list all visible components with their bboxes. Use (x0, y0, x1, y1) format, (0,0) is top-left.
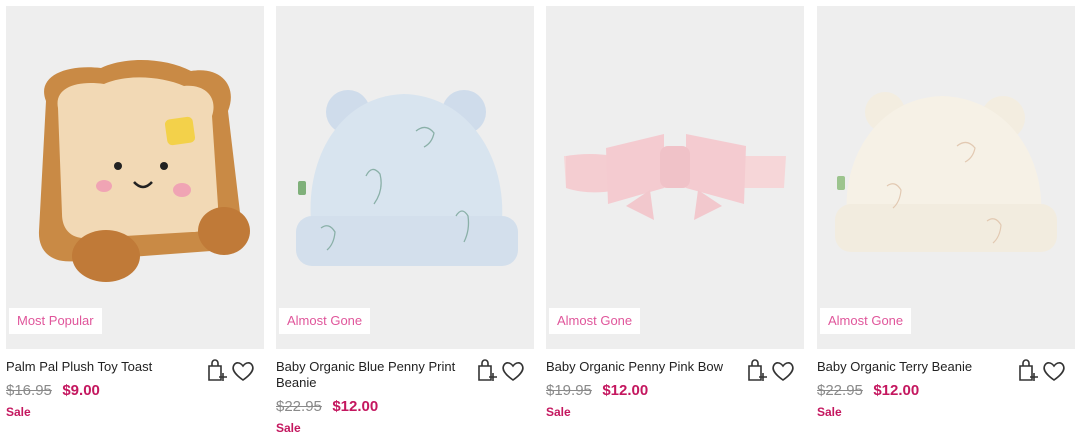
product-info: Palm Pal Plush Toy Toast $16.95 $9.00 Sa… (6, 349, 264, 435)
product-image[interactable]: Almost Gone (276, 6, 534, 349)
sale-label: Sale (6, 405, 31, 419)
product-info: Baby Organic Penny Pink Bow $19.95 $12.0… (546, 349, 804, 435)
original-price: $22.95 (817, 382, 863, 399)
add-to-bag-icon[interactable] (1015, 358, 1041, 384)
product-grid: Most Popular Palm Pal Plush Toy Toast $1… (0, 0, 1080, 436)
product-title[interactable]: Baby Organic Penny Pink Bow (546, 359, 742, 375)
original-price: $19.95 (546, 382, 592, 399)
product-actions (202, 358, 262, 382)
product-image[interactable]: Most Popular (6, 6, 264, 349)
product-info: Baby Organic Terry Beanie $22.95 $12.00 … (817, 349, 1075, 435)
wishlist-heart-icon[interactable] (1041, 358, 1067, 384)
product-prices: $22.95 $12.00 (276, 398, 378, 416)
product-card[interactable]: Almost Gone Baby Organic Blue Penny Prin… (276, 6, 534, 435)
product-image[interactable]: Almost Gone (817, 6, 1075, 349)
sale-price: $9.00 (62, 382, 100, 399)
product-info: Baby Organic Blue Penny Print Beanie $22… (276, 349, 534, 435)
product-actions (1013, 358, 1073, 382)
product-badge: Almost Gone (549, 308, 641, 334)
original-price: $16.95 (6, 382, 52, 399)
sale-label: Sale (817, 405, 842, 419)
sale-price: $12.00 (873, 382, 920, 399)
blue-beanie-image (296, 90, 518, 266)
product-card[interactable]: Most Popular Palm Pal Plush Toy Toast $1… (6, 6, 264, 435)
product-actions (742, 358, 802, 382)
add-to-bag-icon[interactable] (204, 358, 230, 384)
pink-bow-headband-image (564, 134, 786, 220)
cream-beanie-image (835, 92, 1057, 252)
product-card[interactable]: Almost Gone Baby Organic Terry Beanie $2… (817, 6, 1075, 435)
sale-label: Sale (546, 405, 571, 419)
product-prices: $22.95 $12.00 (817, 382, 919, 400)
product-title[interactable]: Baby Organic Terry Beanie (817, 359, 1013, 375)
product-card[interactable]: Almost Gone Baby Organic Penny Pink Bow … (546, 6, 804, 435)
sale-label: Sale (276, 421, 301, 435)
add-to-bag-icon[interactable] (474, 358, 500, 384)
product-title[interactable]: Palm Pal Plush Toy Toast (6, 359, 202, 375)
add-to-bag-icon[interactable] (744, 358, 770, 384)
toast-plush-image (38, 60, 250, 282)
sale-price: $12.00 (332, 398, 379, 415)
product-image[interactable]: Almost Gone (546, 6, 804, 349)
product-badge: Most Popular (9, 308, 102, 334)
wishlist-heart-icon[interactable] (230, 358, 256, 384)
product-actions (472, 358, 532, 382)
original-price: $22.95 (276, 398, 322, 415)
product-badge: Almost Gone (820, 308, 912, 334)
sale-price: $12.00 (602, 382, 649, 399)
product-prices: $16.95 $9.00 (6, 382, 100, 400)
product-prices: $19.95 $12.00 (546, 382, 648, 400)
product-title[interactable]: Baby Organic Blue Penny Print Beanie (276, 359, 472, 391)
wishlist-heart-icon[interactable] (770, 358, 796, 384)
product-badge: Almost Gone (279, 308, 371, 334)
wishlist-heart-icon[interactable] (500, 358, 526, 384)
